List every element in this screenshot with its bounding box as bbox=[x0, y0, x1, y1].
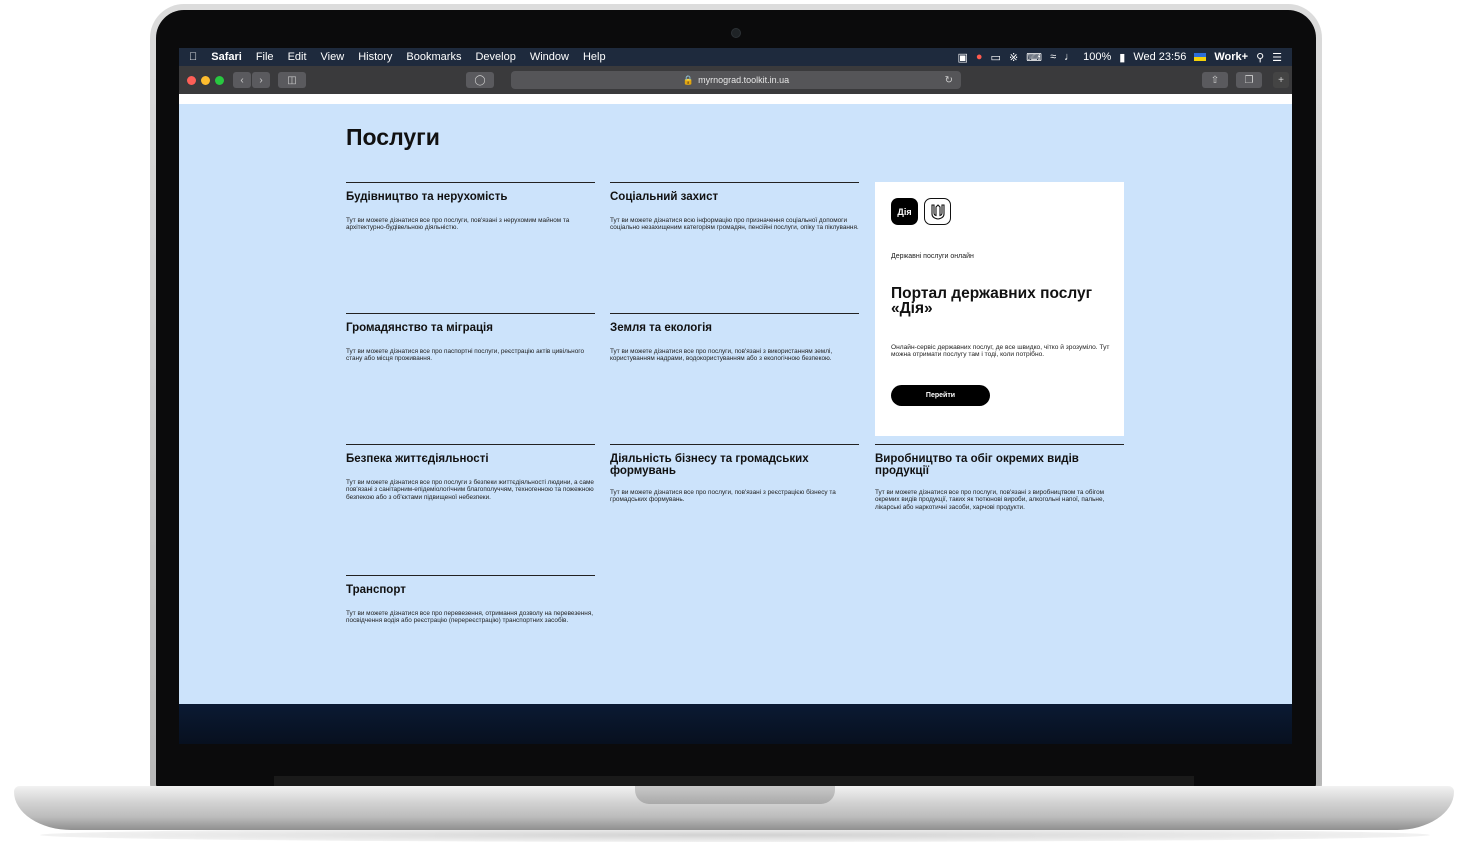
service-card[interactable]: Громадянство та міграція Тут ви можете д… bbox=[346, 313, 595, 363]
apple-icon[interactable]:  bbox=[189, 51, 197, 63]
menu-develop[interactable]: Develop bbox=[475, 51, 515, 63]
screen:  Safari File Edit View History Bookmark… bbox=[179, 48, 1292, 744]
service-card[interactable]: Виробництво та обіг окремих видів продук… bbox=[875, 444, 1124, 511]
service-desc: Тут ви можете дізнатися все про послуги … bbox=[346, 479, 594, 501]
trident-svg bbox=[930, 203, 945, 220]
screen-bottom-strip bbox=[179, 704, 1292, 744]
service-desc: Тут ви можете дізнатися все про послуги,… bbox=[875, 489, 1105, 511]
service-desc: Тут ви можете дізнатися всю інформацію п… bbox=[610, 217, 859, 232]
zoom-window-button[interactable] bbox=[215, 75, 224, 85]
keyboard-icon[interactable]: ⌨ bbox=[1026, 51, 1042, 64]
notification-icon[interactable]: ● bbox=[976, 51, 983, 63]
menu-history[interactable]: History bbox=[358, 51, 392, 63]
service-title[interactable]: Громадянство та міграція bbox=[346, 322, 595, 334]
battery-icon[interactable]: ▮ bbox=[1119, 51, 1125, 64]
new-tab-icon[interactable]: + bbox=[1273, 72, 1289, 88]
service-card[interactable]: Діяльність бізнесу та громадських формув… bbox=[610, 444, 859, 504]
service-title[interactable]: Земля та екологія bbox=[610, 322, 859, 334]
minimize-window-button[interactable] bbox=[201, 75, 210, 85]
service-title[interactable]: Соціальний захист bbox=[610, 191, 859, 203]
tabs-overview-icon[interactable]: ❐ bbox=[1236, 72, 1262, 88]
camera-status-icon[interactable]: ▣ bbox=[957, 51, 967, 64]
sidebar-toggle-icon[interactable]: ◫ bbox=[278, 72, 306, 88]
menu-file[interactable]: File bbox=[256, 51, 274, 63]
page-title: Послуги bbox=[346, 124, 440, 150]
menu-view[interactable]: View bbox=[321, 51, 345, 63]
go-button[interactable]: Перейти bbox=[891, 384, 990, 406]
volume-icon[interactable]: ♩ bbox=[1064, 51, 1075, 63]
card-title: Портал державних послуг «Дія» bbox=[891, 285, 1093, 317]
menu-edit[interactable]: Edit bbox=[288, 51, 307, 63]
reload-icon[interactable]: ↻ bbox=[945, 75, 953, 86]
web-page: Послуги Будівництво та нерухомість Тут в… bbox=[179, 104, 1292, 704]
service-desc: Тут ви можете дізнатися все про паспортн… bbox=[346, 348, 584, 363]
share-icon[interactable]: ⇧ bbox=[1202, 72, 1228, 88]
menu-bookmarks[interactable]: Bookmarks bbox=[406, 51, 461, 63]
wifi-icon[interactable]: ≈ bbox=[1050, 51, 1056, 63]
airplay-icon[interactable]: ▭ bbox=[991, 51, 1001, 64]
clock[interactable]: Wed 23:56 bbox=[1133, 51, 1186, 63]
ukraine-flag-icon[interactable] bbox=[1194, 53, 1207, 61]
service-title[interactable]: Транспорт bbox=[346, 584, 595, 596]
url-text: myrnograd.toolkit.in.ua bbox=[698, 75, 790, 85]
trident-icon bbox=[924, 198, 951, 225]
menu-help[interactable]: Help bbox=[583, 51, 606, 63]
menu-window[interactable]: Window bbox=[530, 51, 569, 63]
search-icon[interactable]: ⚲ bbox=[1256, 51, 1264, 64]
card-kicker: Державні послуги онлайн bbox=[891, 253, 974, 260]
close-window-button[interactable] bbox=[187, 75, 196, 85]
status-area: ▣ ● ▭ ※ ⌨ ≈ ♩ 100% ▮ Wed 23:56 Work+ ⚲ ☰ bbox=[957, 51, 1282, 64]
camera-icon bbox=[731, 28, 741, 38]
lock-icon: 🔒 bbox=[682, 74, 695, 85]
service-card[interactable]: Соціальний захист Тут ви можете дізнатис… bbox=[610, 182, 859, 232]
base-shadow bbox=[40, 828, 1430, 842]
diia-logo: Дія bbox=[891, 198, 918, 225]
address-bar[interactable]: 🔒 myrnograd.toolkit.in.ua ↻ bbox=[511, 71, 961, 89]
back-button[interactable]: ‹ bbox=[233, 72, 251, 88]
service-card[interactable]: Транспорт Тут ви можете дізнатися все пр… bbox=[346, 575, 595, 625]
service-card[interactable]: Будівництво та нерухомість Тут ви можете… bbox=[346, 182, 595, 232]
diia-portal-card: Дія Державні послуги онлайн Портал держа… bbox=[875, 182, 1124, 436]
card-logos: Дія bbox=[891, 198, 1108, 225]
service-title[interactable]: Діяльність бізнесу та громадських формув… bbox=[610, 453, 859, 477]
safari-toolbar: ‹ › ◫ ◯ 🔒 myrnograd.toolkit.in.ua ↻ ⇧ ❐ … bbox=[179, 66, 1292, 94]
menu-app-name[interactable]: Safari bbox=[211, 51, 242, 63]
list-icon[interactable]: ☰ bbox=[1272, 51, 1282, 64]
service-desc: Тут ви можете дізнатися все про послуги,… bbox=[610, 348, 833, 363]
hinge bbox=[274, 776, 1194, 786]
card-desc: Онлайн-сервіс державних послуг, де все ш… bbox=[891, 344, 1110, 359]
service-title[interactable]: Будівництво та нерухомість bbox=[346, 191, 595, 203]
bluetooth-icon[interactable]: ※ bbox=[1009, 51, 1018, 64]
laptop-mockup:  Safari File Edit View History Bookmark… bbox=[0, 0, 1465, 862]
macos-menubar:  Safari File Edit View History Bookmark… bbox=[179, 48, 1292, 66]
service-card[interactable]: Земля та екологія Тут ви можете дізнатис… bbox=[610, 313, 859, 363]
opening-notch bbox=[635, 786, 835, 804]
shield-icon[interactable]: ◯ bbox=[466, 72, 494, 88]
service-card[interactable]: Безпека життєдіяльності Тут ви можете ді… bbox=[346, 444, 595, 501]
service-title[interactable]: Безпека життєдіяльності bbox=[346, 453, 595, 465]
page-top-strip bbox=[179, 94, 1292, 104]
forward-button[interactable]: › bbox=[252, 72, 270, 88]
service-desc: Тут ви можете дізнатися все про перевезе… bbox=[346, 610, 594, 625]
service-desc: Тут ви можете дізнатися все про послуги,… bbox=[346, 217, 570, 232]
service-desc: Тут ви можете дізнатися все про послуги,… bbox=[610, 489, 836, 504]
battery-percent[interactable]: 100% bbox=[1083, 51, 1111, 63]
profile-menu[interactable]: Work+ bbox=[1214, 51, 1248, 63]
service-title[interactable]: Виробництво та обіг окремих видів продук… bbox=[875, 453, 1124, 477]
